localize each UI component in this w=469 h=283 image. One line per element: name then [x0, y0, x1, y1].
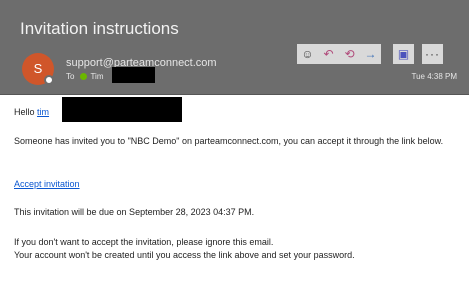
redaction-box [62, 97, 182, 122]
recipient-name[interactable]: Tim [90, 72, 103, 81]
accept-invitation-line: Accept invitation [14, 178, 80, 191]
recipient-presence-icon [80, 73, 88, 80]
more-actions-icon[interactable]: ··· [422, 44, 443, 64]
greeting-text: Hello [14, 107, 35, 117]
message-toolbar: ☺ ↶ ⟲ → ▣ ··· [297, 44, 443, 64]
action-group: ☺ ↶ ⟲ → [297, 44, 381, 64]
presence-status-icon [44, 75, 54, 85]
message-header: Invitation instructions S support@partea… [0, 0, 469, 95]
emoji-reaction-icon[interactable]: ☺ [297, 44, 318, 64]
to-label: To [66, 72, 75, 81]
redaction-box [112, 67, 155, 83]
received-time: Tue 4:38 PM [411, 72, 457, 81]
email-subject: Invitation instructions [20, 19, 179, 38]
greeting-name-link[interactable]: tim [37, 107, 49, 117]
reply-all-icon[interactable]: ⟲ [339, 44, 360, 64]
teams-icon[interactable]: ▣ [393, 44, 414, 64]
reply-icon[interactable]: ↶ [318, 44, 339, 64]
due-date-text: This invitation will be due on September… [14, 207, 255, 217]
ignore-instructions: If you don't want to accept the invitati… [14, 236, 459, 262]
invitation-paragraph: Someone has invited you to "NBC Demo" on… [14, 136, 444, 146]
greeting-line: Hello tim [14, 106, 49, 119]
accept-invitation-link[interactable]: Accept invitation [14, 179, 80, 189]
forward-icon[interactable]: → [360, 44, 381, 64]
recipient-row: To Tim [66, 72, 103, 81]
ignore-line: If you don't want to accept the invitati… [14, 237, 274, 247]
account-line: Your account won't be created until you … [14, 250, 355, 260]
